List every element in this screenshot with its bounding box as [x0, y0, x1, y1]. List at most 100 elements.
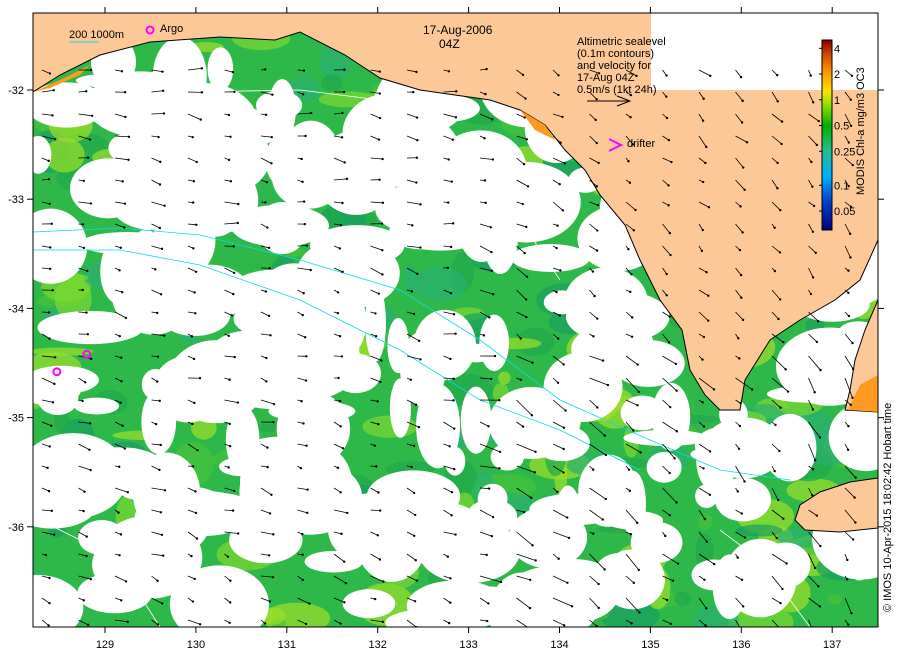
velocity-arrow-head — [775, 536, 779, 540]
velocity-arrow-head — [740, 121, 744, 124]
velocity-arrow-head — [381, 273, 384, 276]
velocity-arrow-head — [156, 311, 159, 315]
velocity-arrow-head — [738, 357, 741, 360]
velocity-arrow-head — [121, 180, 124, 183]
velocity-arrow-head — [703, 517, 707, 521]
cloud-patch — [714, 477, 772, 522]
velocity-arrow-head — [84, 90, 88, 93]
velocity-arrow-head — [81, 399, 84, 403]
velocity-arrow-head — [158, 399, 161, 403]
velocity-arrow-head — [712, 562, 716, 566]
velocity-arrow-head — [490, 269, 494, 272]
velocity-arrow-head — [557, 557, 560, 560]
velocity-arrow-head — [738, 424, 742, 428]
velocity-arrow-head — [851, 341, 854, 345]
velocity-arrow-head — [851, 163, 854, 167]
velocity-arrow-head — [267, 314, 271, 318]
velocity-arrow-head — [270, 162, 273, 165]
velocity-arrow-head — [521, 73, 525, 77]
velocity-arrow-head — [491, 293, 495, 296]
velocity-arrow-head — [707, 294, 710, 297]
velocity-arrow-head — [819, 544, 822, 548]
velocity-arrow-head — [849, 256, 852, 259]
y-tick-label: -35 — [8, 413, 24, 425]
velocity-arrow-head — [446, 201, 450, 204]
velocity-arrow-head — [231, 70, 235, 74]
velocity-arrow-head — [671, 579, 675, 582]
velocity-arrow-head — [847, 314, 851, 318]
velocity-arrow-head — [627, 468, 631, 471]
velocity-arrow-head — [707, 319, 710, 322]
velocity-arrow-head — [158, 183, 162, 186]
velocity-arrow-head — [523, 116, 526, 119]
velocity-arrow-head — [817, 319, 820, 323]
velocity-arrow-head — [702, 97, 705, 100]
velocity-arrow-head — [667, 138, 671, 142]
cloud-patch — [152, 355, 224, 423]
velocity-arrow-head — [374, 312, 377, 315]
legend-line: (0.1m contours) — [577, 48, 655, 60]
velocity-arrow-head — [338, 399, 342, 403]
velocity-arrow-head — [379, 380, 382, 384]
colorbar-tick-label: 4 — [834, 43, 840, 55]
velocity-arrow-head — [336, 311, 340, 315]
velocity-arrow-head — [345, 177, 349, 181]
velocity-arrow-head — [126, 491, 129, 494]
velocity-arrow-head — [488, 316, 491, 319]
velocity-arrow-head — [158, 226, 162, 230]
velocity-arrow-head — [268, 512, 272, 515]
velocity-arrow-head — [89, 577, 93, 581]
cloud-patch — [186, 106, 281, 150]
velocity-arrow-head — [737, 337, 740, 340]
velocity-arrow-head — [82, 599, 85, 602]
velocity-arrow-head — [482, 334, 486, 337]
velocity-arrow-head — [705, 540, 709, 543]
velocity-arrow-head — [411, 224, 414, 227]
velocity-arrow-head — [740, 512, 744, 515]
velocity-arrow-head — [85, 554, 88, 558]
velocity-arrow-head — [632, 581, 636, 585]
velocity-arrow-head — [373, 597, 377, 601]
velocity-arrow-head — [522, 162, 526, 166]
velocity-arrow-head — [849, 124, 853, 128]
velocity-arrow-head — [847, 623, 850, 626]
velocity-arrow-head — [343, 161, 346, 164]
velocity-arrow-head — [630, 273, 633, 276]
velocity-arrow-head — [499, 580, 503, 584]
cloud-patch — [444, 446, 466, 476]
velocity-arrow-head — [739, 402, 742, 405]
velocity-arrow-head — [639, 451, 642, 454]
velocity-arrow-head — [301, 180, 304, 184]
velocity-arrow-head — [519, 378, 523, 381]
velocity-arrow-head — [341, 447, 345, 450]
velocity-arrow-head — [628, 181, 632, 184]
velocity-arrow-head — [454, 533, 457, 536]
velocity-arrow-head — [604, 497, 607, 501]
velocity-arrow-head — [381, 201, 385, 205]
velocity-arrow-head — [817, 119, 820, 123]
velocity-arrow-head — [301, 313, 304, 317]
velocity-arrow-head — [409, 378, 413, 382]
velocity-arrow-head — [117, 511, 120, 514]
velocity-arrow-head — [784, 368, 787, 371]
velocity-arrow-head — [303, 222, 307, 226]
velocity-arrow-head — [266, 226, 269, 229]
velocity-arrow-head — [451, 222, 455, 225]
velocity-arrow-head — [299, 466, 303, 470]
velocity-arrow-head — [627, 247, 630, 251]
velocity-arrow-head — [47, 178, 51, 181]
velocity-arrow-head — [556, 224, 559, 227]
velocity-arrow-head — [237, 202, 240, 206]
velocity-arrow-head — [447, 158, 450, 161]
velocity-arrow-head — [627, 160, 630, 163]
velocity-arrow-head — [558, 182, 561, 186]
velocity-arrow-head — [739, 205, 742, 208]
velocity-arrow-head — [302, 69, 306, 72]
velocity-arrow-head — [198, 377, 202, 380]
velocity-arrow-head — [416, 272, 419, 276]
velocity-arrow-head — [266, 446, 269, 449]
velocity-arrow-head — [230, 314, 233, 317]
velocity-arrow-head — [818, 605, 822, 608]
velocity-arrow-head — [190, 554, 193, 558]
velocity-arrow-head — [191, 201, 195, 204]
